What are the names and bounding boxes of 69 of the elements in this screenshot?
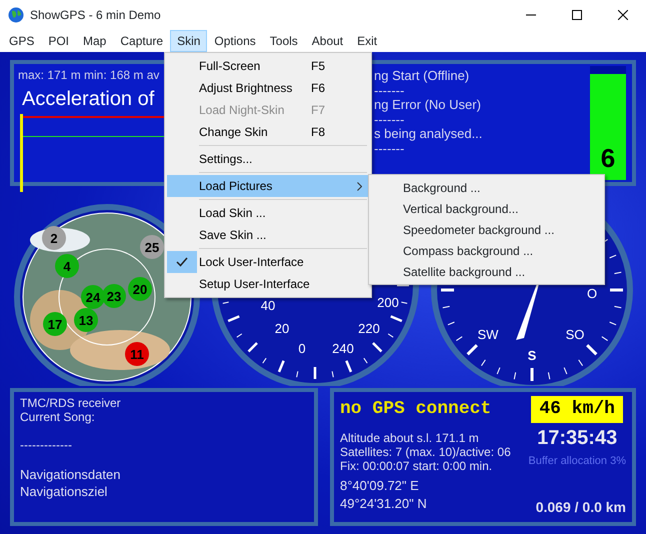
satellite-number: 20 [132, 282, 148, 297]
log-line: ------- [374, 112, 406, 127]
log-line: ng Error (No User) [374, 98, 482, 112]
log-line: ng Start (Offline) [374, 69, 470, 84]
coordinate: 49°24'31.20" N [340, 495, 428, 513]
gps-info-line: Fix: 00:00:07 start: 0:00 min. [340, 459, 494, 473]
satellite-number: 24 [86, 290, 100, 305]
menu-item[interactable]: About [304, 30, 350, 52]
tmc-line: Current Song: [20, 410, 96, 424]
speed-label: 200 [377, 295, 399, 310]
log-line: ------- [374, 84, 406, 98]
menu-item[interactable]: Speedometer background ... [371, 219, 602, 240]
compass-label: SW [478, 327, 498, 342]
coordinate: 8°40'09.72" E [340, 477, 420, 495]
satellite-number: 11 [130, 347, 144, 362]
menu-item[interactable]: POI [41, 30, 76, 52]
log-line: s being analysed... [374, 127, 484, 142]
menu-item[interactable]: Options [207, 30, 263, 52]
menu-item[interactable]: Full-Screen F5 [167, 55, 369, 77]
log-line: ------- [374, 142, 404, 156]
maximize-icon[interactable] [572, 10, 582, 20]
menu-item[interactable]: Tools [262, 30, 305, 52]
menu-item[interactable]: Setup User-Interface [167, 273, 369, 295]
navigation-line: Navigationsziel [20, 483, 108, 500]
tmc-divider-text: ------------- [20, 438, 72, 452]
menu-item[interactable]: Capture [113, 30, 170, 52]
compass-label: S [528, 348, 536, 363]
satellite-number: 17 [48, 317, 62, 332]
satellite-number: 2 [50, 231, 58, 246]
globe-icon [8, 7, 24, 23]
compass-label: O [586, 286, 598, 301]
compass-label: SO [566, 327, 584, 342]
menu-item[interactable]: Satellite background ... [371, 261, 602, 282]
speed-label: 240 [332, 341, 354, 356]
clock-time: 17:35:43 [537, 426, 618, 451]
gps-status: no GPS connect [340, 398, 492, 421]
menu-item[interactable]: GPS [2, 30, 42, 52]
graph-title: Acceleration of [22, 87, 154, 112]
menu-item[interactable]: Adjust Brightness F6 [167, 77, 369, 99]
navigation-line: Navigationsdaten [20, 466, 122, 483]
menu-item[interactable]: Compass background ... [371, 240, 602, 261]
menu-item[interactable]: Load Pictures [167, 175, 369, 197]
speed-label: 40 [260, 298, 276, 313]
menu-item[interactable]: Save Skin ... [167, 224, 369, 246]
window-title: ShowGPS - 6 min Demo [30, 7, 161, 24]
menu-item[interactable]: Lock User-Interface [167, 251, 369, 273]
menu-item[interactable]: Background ... [371, 177, 602, 198]
menu-item[interactable]: Exit [350, 30, 384, 52]
speed-display: 46 km/h [531, 396, 623, 423]
menu-item[interactable]: Skin [170, 30, 208, 52]
satellite-number: 23 [106, 289, 122, 304]
menu-item[interactable]: Change Skin F8 [167, 121, 369, 143]
satellite-number: 25 [144, 240, 160, 255]
gps-info-line: Altitude about s.l. 171.1 m [340, 431, 480, 445]
distance-text: 0.069 / 0.0 km [536, 498, 626, 517]
menu-item[interactable]: Load Skin ... [167, 202, 369, 224]
tmc-line: TMC/RDS receiver [20, 396, 122, 410]
satellite-number: 4 [63, 259, 71, 274]
menu-item[interactable]: Settings... [167, 148, 369, 170]
speed-label: 0 [298, 341, 306, 356]
menu-item[interactable]: Map [76, 30, 114, 52]
gps-info-line: Satellites: 7 (max. 10)/active: 06 [340, 445, 512, 459]
close-icon[interactable] [618, 10, 628, 20]
buffer-allocation: Buffer allocation 3% [528, 454, 626, 469]
speed-label: 20 [274, 321, 290, 336]
signal-fill: 6 [590, 74, 626, 180]
speed-label: 220 [358, 321, 380, 336]
satellite-number: 13 [78, 313, 94, 328]
menu-item[interactable]: Vertical background... [371, 198, 602, 219]
